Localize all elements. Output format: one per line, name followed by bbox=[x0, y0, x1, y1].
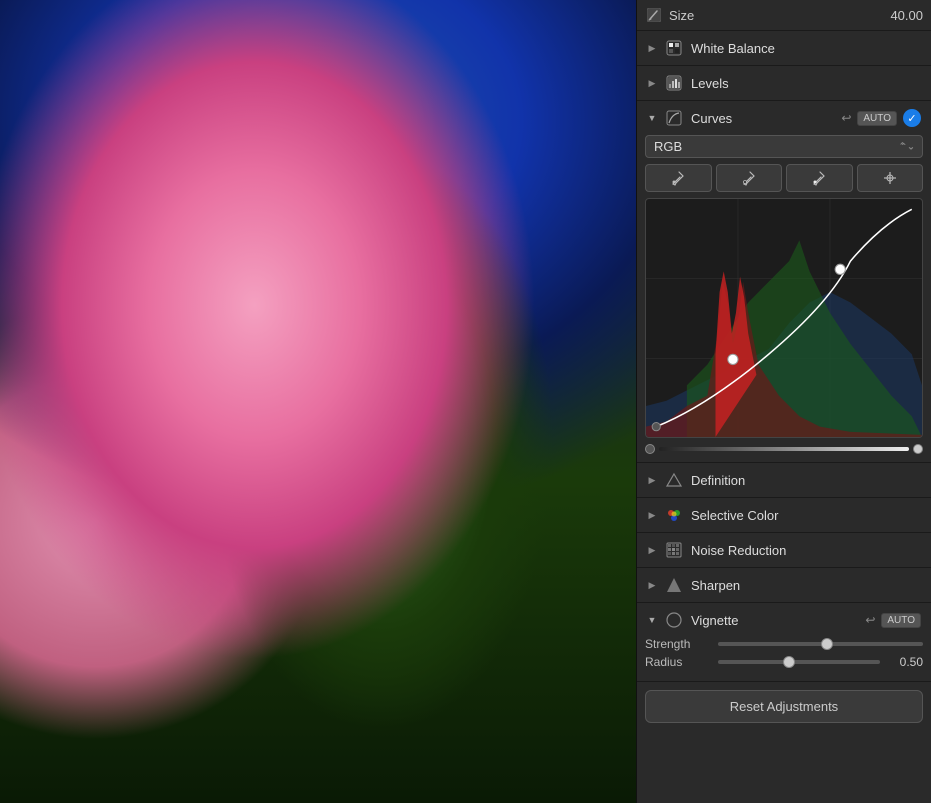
curves-check-icon[interactable]: ✓ bbox=[903, 109, 921, 127]
curves-range-min[interactable] bbox=[645, 444, 655, 454]
curves-range-track[interactable] bbox=[659, 447, 909, 451]
white-balance-row[interactable]: ▶ White Balance bbox=[637, 31, 931, 66]
size-label: Size bbox=[669, 8, 884, 23]
levels-chevron: ▶ bbox=[647, 78, 657, 88]
curves-range-max[interactable] bbox=[913, 444, 923, 454]
pencil-icon bbox=[645, 6, 663, 24]
curves-tools-row bbox=[645, 164, 923, 192]
radius-thumb[interactable] bbox=[783, 656, 795, 668]
vignette-auto-badge[interactable]: AUTO bbox=[881, 613, 921, 628]
curves-undo-icon[interactable]: ↩ bbox=[841, 111, 851, 125]
eyedropper-dark-btn[interactable] bbox=[716, 164, 783, 192]
size-value: 40.00 bbox=[890, 8, 923, 23]
sharpen-label: Sharpen bbox=[691, 578, 921, 593]
eyedropper-light-btn[interactable] bbox=[786, 164, 853, 192]
radius-value: 0.50 bbox=[888, 655, 923, 669]
definition-icon bbox=[665, 471, 683, 489]
curves-auto-badge[interactable]: AUTO bbox=[857, 111, 897, 126]
noise-reduction-label: Noise Reduction bbox=[691, 543, 921, 558]
radius-row: Radius 0.50 bbox=[645, 655, 923, 669]
levels-row[interactable]: ▶ Levels bbox=[637, 66, 931, 101]
vignette-section: ▼ Vignette ↩ AUTO Strength Radius bbox=[637, 603, 931, 682]
white-balance-label: White Balance bbox=[691, 41, 921, 56]
levels-label: Levels bbox=[691, 76, 921, 91]
strength-row: Strength bbox=[645, 637, 923, 651]
curves-actions: ↩ AUTO ✓ bbox=[841, 109, 921, 127]
crosshair-btn[interactable] bbox=[857, 164, 924, 192]
vignette-undo-icon[interactable]: ↩ bbox=[865, 613, 875, 627]
vignette-body: Strength Radius 0.50 bbox=[637, 637, 931, 681]
curves-body: RGB Red Green Blue Luminance ⌃⌄ bbox=[637, 135, 931, 462]
definition-chevron: ▶ bbox=[647, 475, 657, 485]
radius-slider[interactable] bbox=[718, 660, 880, 664]
eyedropper-neutral-btn[interactable] bbox=[645, 164, 712, 192]
channel-select[interactable]: RGB Red Green Blue Luminance bbox=[645, 135, 923, 158]
radius-label: Radius bbox=[645, 655, 710, 669]
noise-reduction-chevron: ▶ bbox=[647, 545, 657, 555]
curves-label: Curves bbox=[691, 111, 833, 126]
noise-reduction-row[interactable]: ▶ Noise Reduction bbox=[637, 533, 931, 568]
adjustments-panel: Size 40.00 ▶ White Balance ▶ bbox=[636, 0, 931, 803]
definition-row[interactable]: ▶ Definition bbox=[637, 463, 931, 498]
reset-adjustments-button[interactable]: Reset Adjustments bbox=[645, 690, 923, 723]
sharpen-icon bbox=[665, 576, 683, 594]
curves-chevron: ▼ bbox=[647, 113, 657, 123]
white-balance-chevron: ▶ bbox=[647, 43, 657, 53]
noise-reduction-icon bbox=[665, 541, 683, 559]
vignette-header[interactable]: ▼ Vignette ↩ AUTO bbox=[637, 603, 931, 637]
vignette-icon bbox=[665, 611, 683, 629]
vignette-label: Vignette bbox=[691, 613, 857, 628]
selective-color-icon bbox=[665, 506, 683, 524]
selective-color-row[interactable]: ▶ Selective Color bbox=[637, 498, 931, 533]
vignette-chevron: ▼ bbox=[647, 615, 657, 625]
curves-header[interactable]: ▼ Curves ↩ AUTO ✓ bbox=[637, 101, 931, 135]
strength-thumb[interactable] bbox=[821, 638, 833, 650]
photo-canvas[interactable] bbox=[0, 0, 636, 803]
size-row: Size 40.00 bbox=[637, 0, 931, 31]
photo-image bbox=[0, 0, 636, 803]
curves-range-row bbox=[645, 444, 923, 454]
curves-chart[interactable] bbox=[645, 198, 923, 438]
strength-slider[interactable] bbox=[718, 642, 923, 646]
wb-icon bbox=[665, 39, 683, 57]
strength-label: Strength bbox=[645, 637, 710, 651]
vignette-actions: ↩ AUTO bbox=[865, 613, 921, 628]
sharpen-row[interactable]: ▶ Sharpen bbox=[637, 568, 931, 603]
definition-label: Definition bbox=[691, 473, 921, 488]
selective-color-chevron: ▶ bbox=[647, 510, 657, 520]
levels-icon bbox=[665, 74, 683, 92]
curves-icon bbox=[665, 109, 683, 127]
curves-section: ▼ Curves ↩ AUTO ✓ RGB Red bbox=[637, 101, 931, 463]
selective-color-label: Selective Color bbox=[691, 508, 921, 523]
rgb-select-row: RGB Red Green Blue Luminance ⌃⌄ bbox=[645, 135, 923, 158]
sharpen-chevron: ▶ bbox=[647, 580, 657, 590]
